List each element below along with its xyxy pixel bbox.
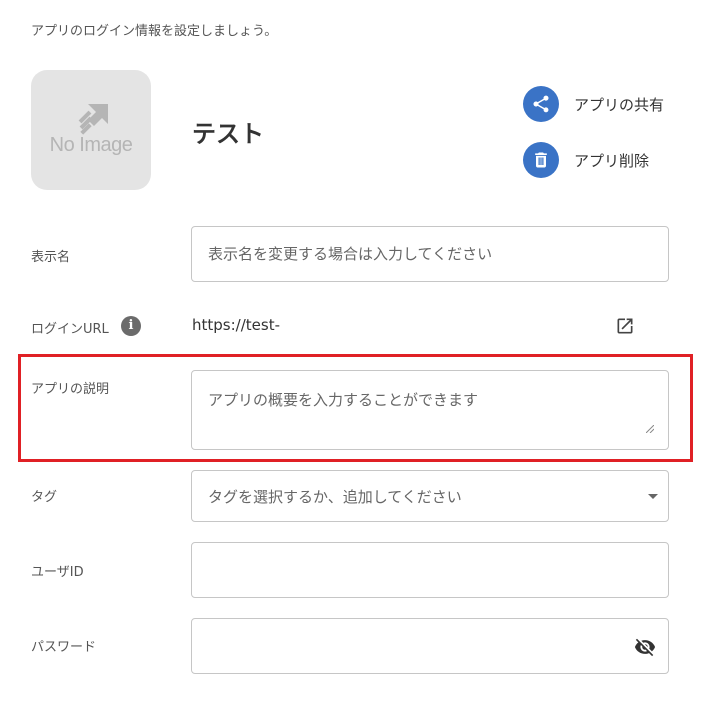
description-textarea[interactable] [192,371,668,449]
intro-text: アプリのログイン情報を設定しましょう。 [31,24,278,39]
share-app-button[interactable]: アプリの共有 [523,86,664,122]
app-icon-placeholder: No Image [31,70,151,190]
password-label: パスワード [31,640,97,655]
display-name-input[interactable] [192,227,668,281]
tag-select[interactable]: タグを選択するか、追加してください [191,470,669,522]
description-label: アプリの説明 [31,382,110,397]
app-title: テスト [192,120,264,148]
delete-app-button[interactable]: アプリ削除 [523,142,649,178]
info-icon[interactable]: i [121,316,141,336]
resize-grip-icon[interactable] [646,425,654,433]
tag-label: タグ [31,490,58,505]
login-url-value: https://test- [192,316,280,334]
delete-app-label: アプリ削除 [574,151,650,170]
share-icon [523,86,559,122]
user-id-label: ユーザID [31,565,84,580]
display-name-field [191,226,669,282]
share-app-label: アプリの共有 [574,95,665,114]
open-in-new-icon[interactable] [615,316,635,340]
no-image-icon [78,104,108,135]
display-name-label: 表示名 [31,250,71,265]
trash-icon [523,142,559,178]
no-image-label: No Image [49,134,133,156]
password-input[interactable] [192,619,668,673]
user-id-field [191,542,669,598]
caret-down-icon [648,493,658,499]
login-url-label: ログインURL [31,322,109,337]
visibility-off-icon[interactable] [634,636,656,662]
description-field [191,370,669,450]
tag-placeholder: タグを選択するか、追加してください [208,487,462,506]
password-field [191,618,669,674]
user-id-input[interactable] [192,543,668,597]
